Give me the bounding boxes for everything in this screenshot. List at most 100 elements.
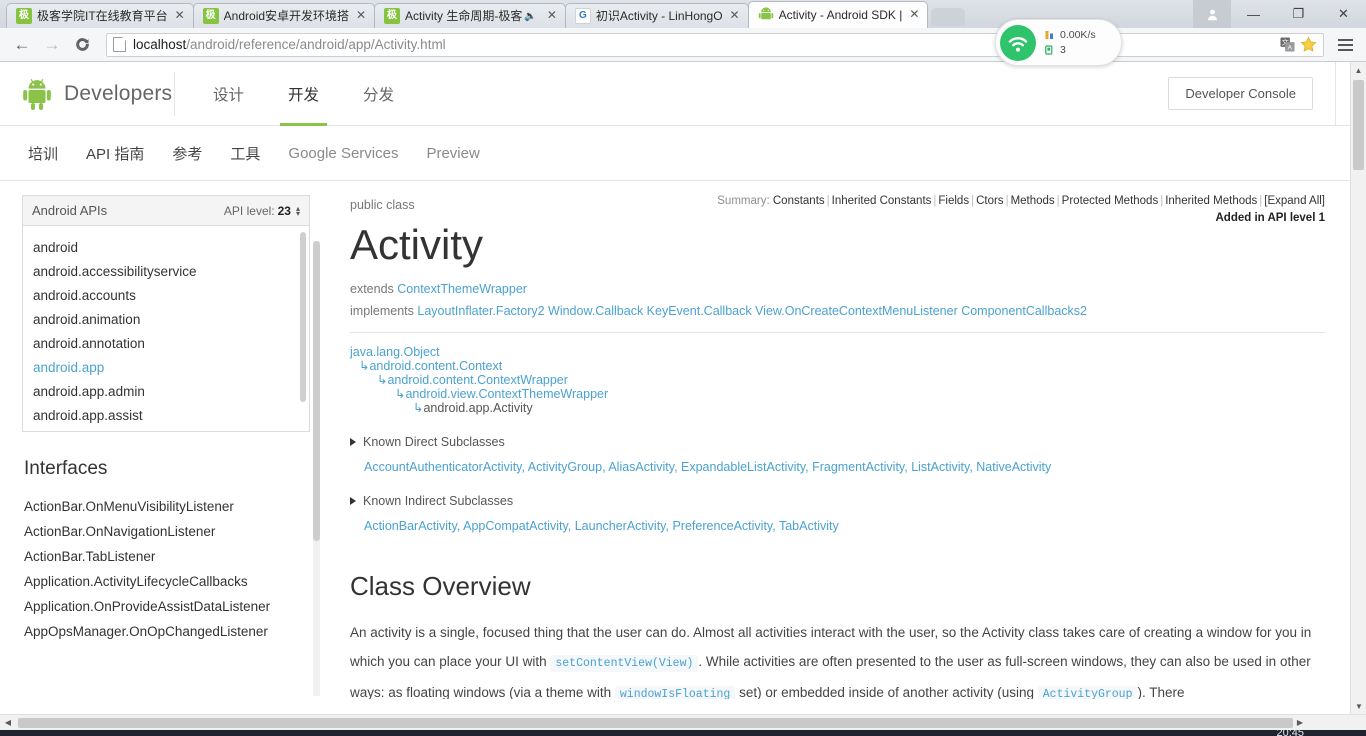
package-item[interactable]: android.annotation xyxy=(23,332,309,356)
overview-text-3: set) or embedded inside of another activ… xyxy=(739,685,1034,699)
minimize-button[interactable]: — xyxy=(1231,0,1276,28)
subnav-item-preview[interactable]: Preview xyxy=(412,126,493,181)
nav-tab-design[interactable]: 设计 xyxy=(201,62,256,126)
interface-item[interactable]: ActionBar.TabListener xyxy=(22,544,320,569)
summary-link-methods[interactable]: Methods xyxy=(1011,195,1055,207)
horizontal-scrollbar-thumb[interactable] xyxy=(18,717,1293,728)
tab-close-icon[interactable]: ✕ xyxy=(545,9,559,23)
browser-toolbar: ← → localhost/android/reference/android/… xyxy=(0,28,1366,62)
summary-link-inherited-constants[interactable]: Inherited Constants xyxy=(832,195,932,207)
interface-item[interactable]: ActionBar.OnNavigationListener xyxy=(22,519,320,544)
api-level-selector[interactable]: API level: 23 ▴ ▾ xyxy=(224,204,300,218)
nav-tab-distribute[interactable]: 分发 xyxy=(351,62,406,126)
interface-item[interactable]: Application.ActivityLifecycleCallbacks xyxy=(22,569,320,594)
package-item[interactable]: android.animation xyxy=(23,308,309,332)
star-icon[interactable] xyxy=(1300,36,1317,53)
summary-link-ctors[interactable]: Ctors xyxy=(976,195,1003,207)
network-devices-value: 3 xyxy=(1060,43,1066,56)
scroll-left-arrow-icon[interactable]: ◀ xyxy=(0,715,16,730)
developer-console-button[interactable]: Developer Console xyxy=(1168,77,1313,110)
vertical-scrollbar-thumb[interactable] xyxy=(1353,80,1364,170)
package-item[interactable]: android.accessibilityservice xyxy=(23,260,309,284)
wifi-icon[interactable] xyxy=(1000,24,1036,61)
package-item[interactable]: android.app.backup xyxy=(23,428,309,431)
subnav-item-reference[interactable]: 参考 xyxy=(158,126,216,181)
implements-label: implements xyxy=(350,304,414,318)
tab-close-icon[interactable]: ✕ xyxy=(354,9,368,23)
browser-tab-3[interactable]: 极 Activity 生命周期-极客 🔈 ✕ xyxy=(374,3,566,28)
tab-strip: 极 极客学院IT在线教育平台 ✕ 极 Android安卓开发环境搭 ✕ 极 Ac… xyxy=(0,0,1366,28)
back-button[interactable]: ← xyxy=(8,32,36,58)
package-list-scrollbar[interactable] xyxy=(300,232,306,402)
new-tab-button[interactable] xyxy=(931,8,966,26)
code-windowisfloating[interactable]: windowIsFloating xyxy=(614,686,736,699)
summary-link-inherited-methods[interactable]: Inherited Methods xyxy=(1165,195,1257,207)
direct-subclasses-links[interactable]: AccountAuthenticatorActivity, ActivityGr… xyxy=(364,460,1051,474)
reload-button[interactable] xyxy=(68,32,96,58)
address-bar[interactable]: localhost/android/reference/android/app/… xyxy=(106,32,1324,57)
extends-link[interactable]: ContextThemeWrapper xyxy=(397,282,527,296)
known-direct-subclasses-toggle[interactable]: Known Direct Subclasses xyxy=(350,435,1325,449)
code-activitygroup[interactable]: ActivityGroup xyxy=(1037,686,1138,699)
browser-tab-2[interactable]: 极 Android安卓开发环境搭 ✕ xyxy=(192,3,376,28)
package-item[interactable]: android.app.assist xyxy=(23,404,309,428)
code-setcontentview[interactable]: setContentView(View) xyxy=(550,655,699,672)
package-item-selected[interactable]: android.app xyxy=(23,356,309,380)
site-logo[interactable]: Developers xyxy=(22,77,174,111)
sidebar-scrollbar-thumb[interactable] xyxy=(313,241,320,541)
tab-close-icon[interactable]: ✕ xyxy=(728,9,742,23)
restore-button[interactable]: ❐ xyxy=(1276,0,1321,28)
network-speed-popup[interactable]: 0.00K/s 3 xyxy=(995,19,1122,66)
page-horizontal-scrollbar[interactable]: ◀ ▶ xyxy=(0,714,1366,730)
indirect-subclasses-list: ActionBarActivity, AppCompatActivity, La… xyxy=(350,519,1325,533)
interface-item[interactable]: ActionBar.OnMenuVisibilityListener xyxy=(22,494,320,519)
translate-icon[interactable]: 文A xyxy=(1280,37,1295,52)
summary-link-constants[interactable]: Constants xyxy=(773,195,825,207)
class-overview-heading: Class Overview xyxy=(350,571,531,601)
hamburger-menu-icon[interactable] xyxy=(1332,32,1358,58)
summary-link-fields[interactable]: Fields xyxy=(938,195,969,207)
implements-links[interactable]: LayoutInflater.Factory2 Window.Callback … xyxy=(417,304,1087,318)
interface-item[interactable]: Application.OnProvideAssistDataListener xyxy=(22,594,320,619)
package-item[interactable]: android xyxy=(23,236,309,260)
network-devices-row: 3 xyxy=(1045,43,1096,58)
known-direct-subclasses-label: Known Direct Subclasses xyxy=(363,435,505,449)
taskbar-clock[interactable]: 20:45 xyxy=(1276,730,1304,736)
hierarchy-link[interactable]: android.content.Context xyxy=(369,359,502,373)
browser-tab-5-active[interactable]: Activity - Android SDK | ✕ xyxy=(747,1,929,28)
known-indirect-subclasses-toggle[interactable]: Known Indirect Subclasses xyxy=(350,494,1325,508)
browser-tab-1[interactable]: 极 极客学院IT在线教育平台 ✕ xyxy=(6,3,194,28)
page-vertical-scrollbar[interactable]: ▲ ▼ xyxy=(1350,62,1366,714)
subnav-item-training[interactable]: 培训 xyxy=(14,126,72,181)
tab-title: Android安卓开发环境搭 xyxy=(223,9,350,23)
interface-item[interactable]: AppOpsManager.OnOpChangedListener xyxy=(22,619,320,644)
profile-icon[interactable] xyxy=(1193,0,1231,28)
package-list[interactable]: android android.accessibilityservice and… xyxy=(23,226,309,431)
sidebar-scrollbar[interactable] xyxy=(313,241,320,696)
nav-tab-develop[interactable]: 开发 xyxy=(276,62,331,126)
spinner-updown-icon[interactable]: ▴ ▾ xyxy=(296,204,300,217)
scroll-down-arrow-icon[interactable]: ▼ xyxy=(1351,698,1366,714)
hierarchy-row: ↳android.app.Activity xyxy=(350,401,1325,415)
hierarchy-link[interactable]: android.content.ContextWrapper xyxy=(387,373,567,387)
tab-mute-icon[interactable]: 🔈 xyxy=(524,11,536,22)
implements-line: implements LayoutInflater.Factory2 Windo… xyxy=(350,304,1325,318)
tab-close-icon[interactable]: ✕ xyxy=(907,8,921,22)
scroll-right-arrow-icon[interactable]: ▶ xyxy=(1292,715,1308,730)
hierarchy-link[interactable]: android.view.ContextThemeWrapper xyxy=(405,387,608,401)
subnav-item-google-services[interactable]: Google Services xyxy=(274,126,412,181)
package-item[interactable]: android.app.admin xyxy=(23,380,309,404)
forward-button[interactable]: → xyxy=(38,32,66,58)
summary-link-protected-methods[interactable]: Protected Methods xyxy=(1062,195,1159,207)
indirect-subclasses-links[interactable]: ActionBarActivity, AppCompatActivity, La… xyxy=(364,519,839,533)
package-item[interactable]: android.accounts xyxy=(23,284,309,308)
hierarchy-link[interactable]: java.lang.Object xyxy=(350,345,440,359)
close-button[interactable]: ✕ xyxy=(1321,0,1366,28)
tab-close-icon[interactable]: ✕ xyxy=(173,9,187,23)
browser-tab-4[interactable]: G 初识Activity - LinHongO ✕ xyxy=(564,3,749,28)
subnav-item-api-guides[interactable]: API 指南 xyxy=(72,126,158,181)
scroll-up-arrow-icon[interactable]: ▲ xyxy=(1351,62,1366,78)
summary-link-expand-all[interactable]: [Expand All] xyxy=(1264,195,1325,207)
subnav-item-tools[interactable]: 工具 xyxy=(216,126,274,181)
interfaces-heading: Interfaces xyxy=(24,458,108,479)
